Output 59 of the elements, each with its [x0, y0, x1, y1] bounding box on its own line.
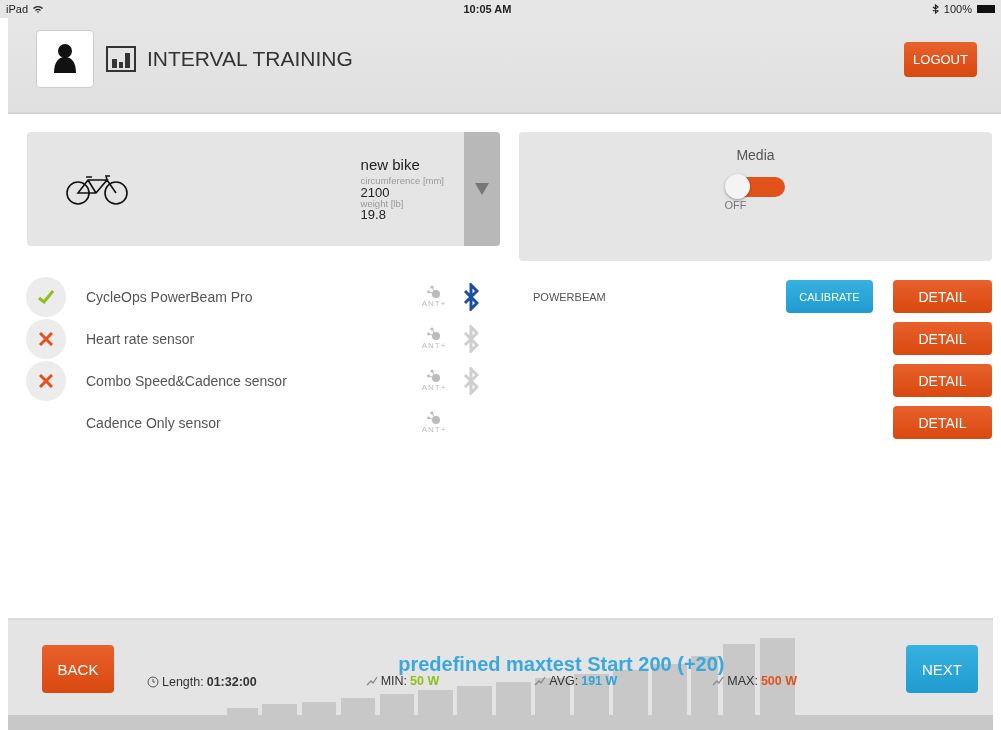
- stat-label: MAX:: [727, 673, 758, 688]
- bar-chart-icon: [106, 46, 136, 72]
- stat-label: MIN:: [380, 673, 408, 688]
- ant-label: ANT+: [421, 383, 447, 392]
- back-button[interactable]: BACK: [42, 645, 114, 693]
- avatar[interactable]: [36, 30, 94, 88]
- length-label: Length:: [162, 675, 204, 689]
- media-toggle[interactable]: [726, 177, 785, 197]
- bike-card[interactable]: new bike circumference [mm] 2100 weight [lb] 19.8: [27, 132, 500, 246]
- device-type: POWERBEAM: [533, 290, 606, 303]
- media-title: Media: [736, 147, 775, 163]
- length-value: 01:32:00: [206, 675, 257, 689]
- ant-icon: [427, 327, 441, 341]
- sensor-name: Heart rate sensor: [86, 330, 196, 347]
- stat-value: 50 W: [410, 673, 440, 688]
- next-button[interactable]: NEXT: [906, 645, 978, 693]
- toggle-state-label: OFF: [724, 199, 747, 211]
- battery-icon: [977, 5, 995, 13]
- stat-value: 500 W: [760, 673, 798, 688]
- user-icon: [54, 43, 76, 75]
- trend-icon: [534, 675, 547, 686]
- weight-label: weight [lb]: [360, 198, 405, 208]
- sensor-name: Combo Speed&Cadence sensor: [86, 372, 288, 389]
- stat-value: 191 W: [581, 673, 618, 688]
- ant-icon: [427, 285, 441, 299]
- calibrate-button[interactable]: CALIBRATE: [786, 280, 873, 313]
- weight-value: 19.8: [360, 208, 386, 221]
- ant-label: ANT+: [421, 299, 447, 308]
- status-time: 10:05 AM: [463, 3, 512, 15]
- circumference-value: 2100: [360, 185, 391, 199]
- sensor-name: CycleOps PowerBeam Pro: [86, 288, 254, 305]
- dropdown-toggle[interactable]: [464, 132, 500, 246]
- clock-icon: [147, 676, 159, 688]
- stat-label: AVG:: [549, 673, 579, 688]
- program-title: predefined maxtest Start 200 (+20): [398, 652, 725, 675]
- detail-button[interactable]: DETAIL: [893, 406, 992, 439]
- cross-icon: [26, 318, 66, 359]
- bicycle-icon: [65, 172, 129, 206]
- ant-label: ANT+: [421, 425, 447, 434]
- page-title: INTERVAL TRAINING: [147, 47, 353, 71]
- trend-icon: [365, 675, 378, 686]
- wifi-icon: [33, 5, 44, 13]
- ant-icon: [427, 411, 441, 425]
- check-icon: [26, 276, 66, 317]
- circumference-label: circumference [mm]: [360, 176, 444, 186]
- bike-name: new bike: [360, 157, 421, 172]
- trend-icon: [712, 675, 725, 686]
- ant-icon: [427, 369, 441, 383]
- battery-percent: 100%: [943, 3, 972, 15]
- logout-button[interactable]: LOGOUT: [904, 41, 977, 77]
- cross-icon: [26, 360, 66, 401]
- detail-button[interactable]: DETAIL: [893, 280, 992, 313]
- detail-button[interactable]: DETAIL: [893, 364, 992, 397]
- sensor-name: Cadence Only sensor: [86, 414, 222, 431]
- detail-button[interactable]: DETAIL: [893, 322, 992, 355]
- ant-label: ANT+: [421, 341, 447, 350]
- device-name: iPad: [6, 3, 29, 15]
- dropdown-caret-icon: [475, 183, 489, 195]
- bluetooth-icon: [931, 4, 939, 14]
